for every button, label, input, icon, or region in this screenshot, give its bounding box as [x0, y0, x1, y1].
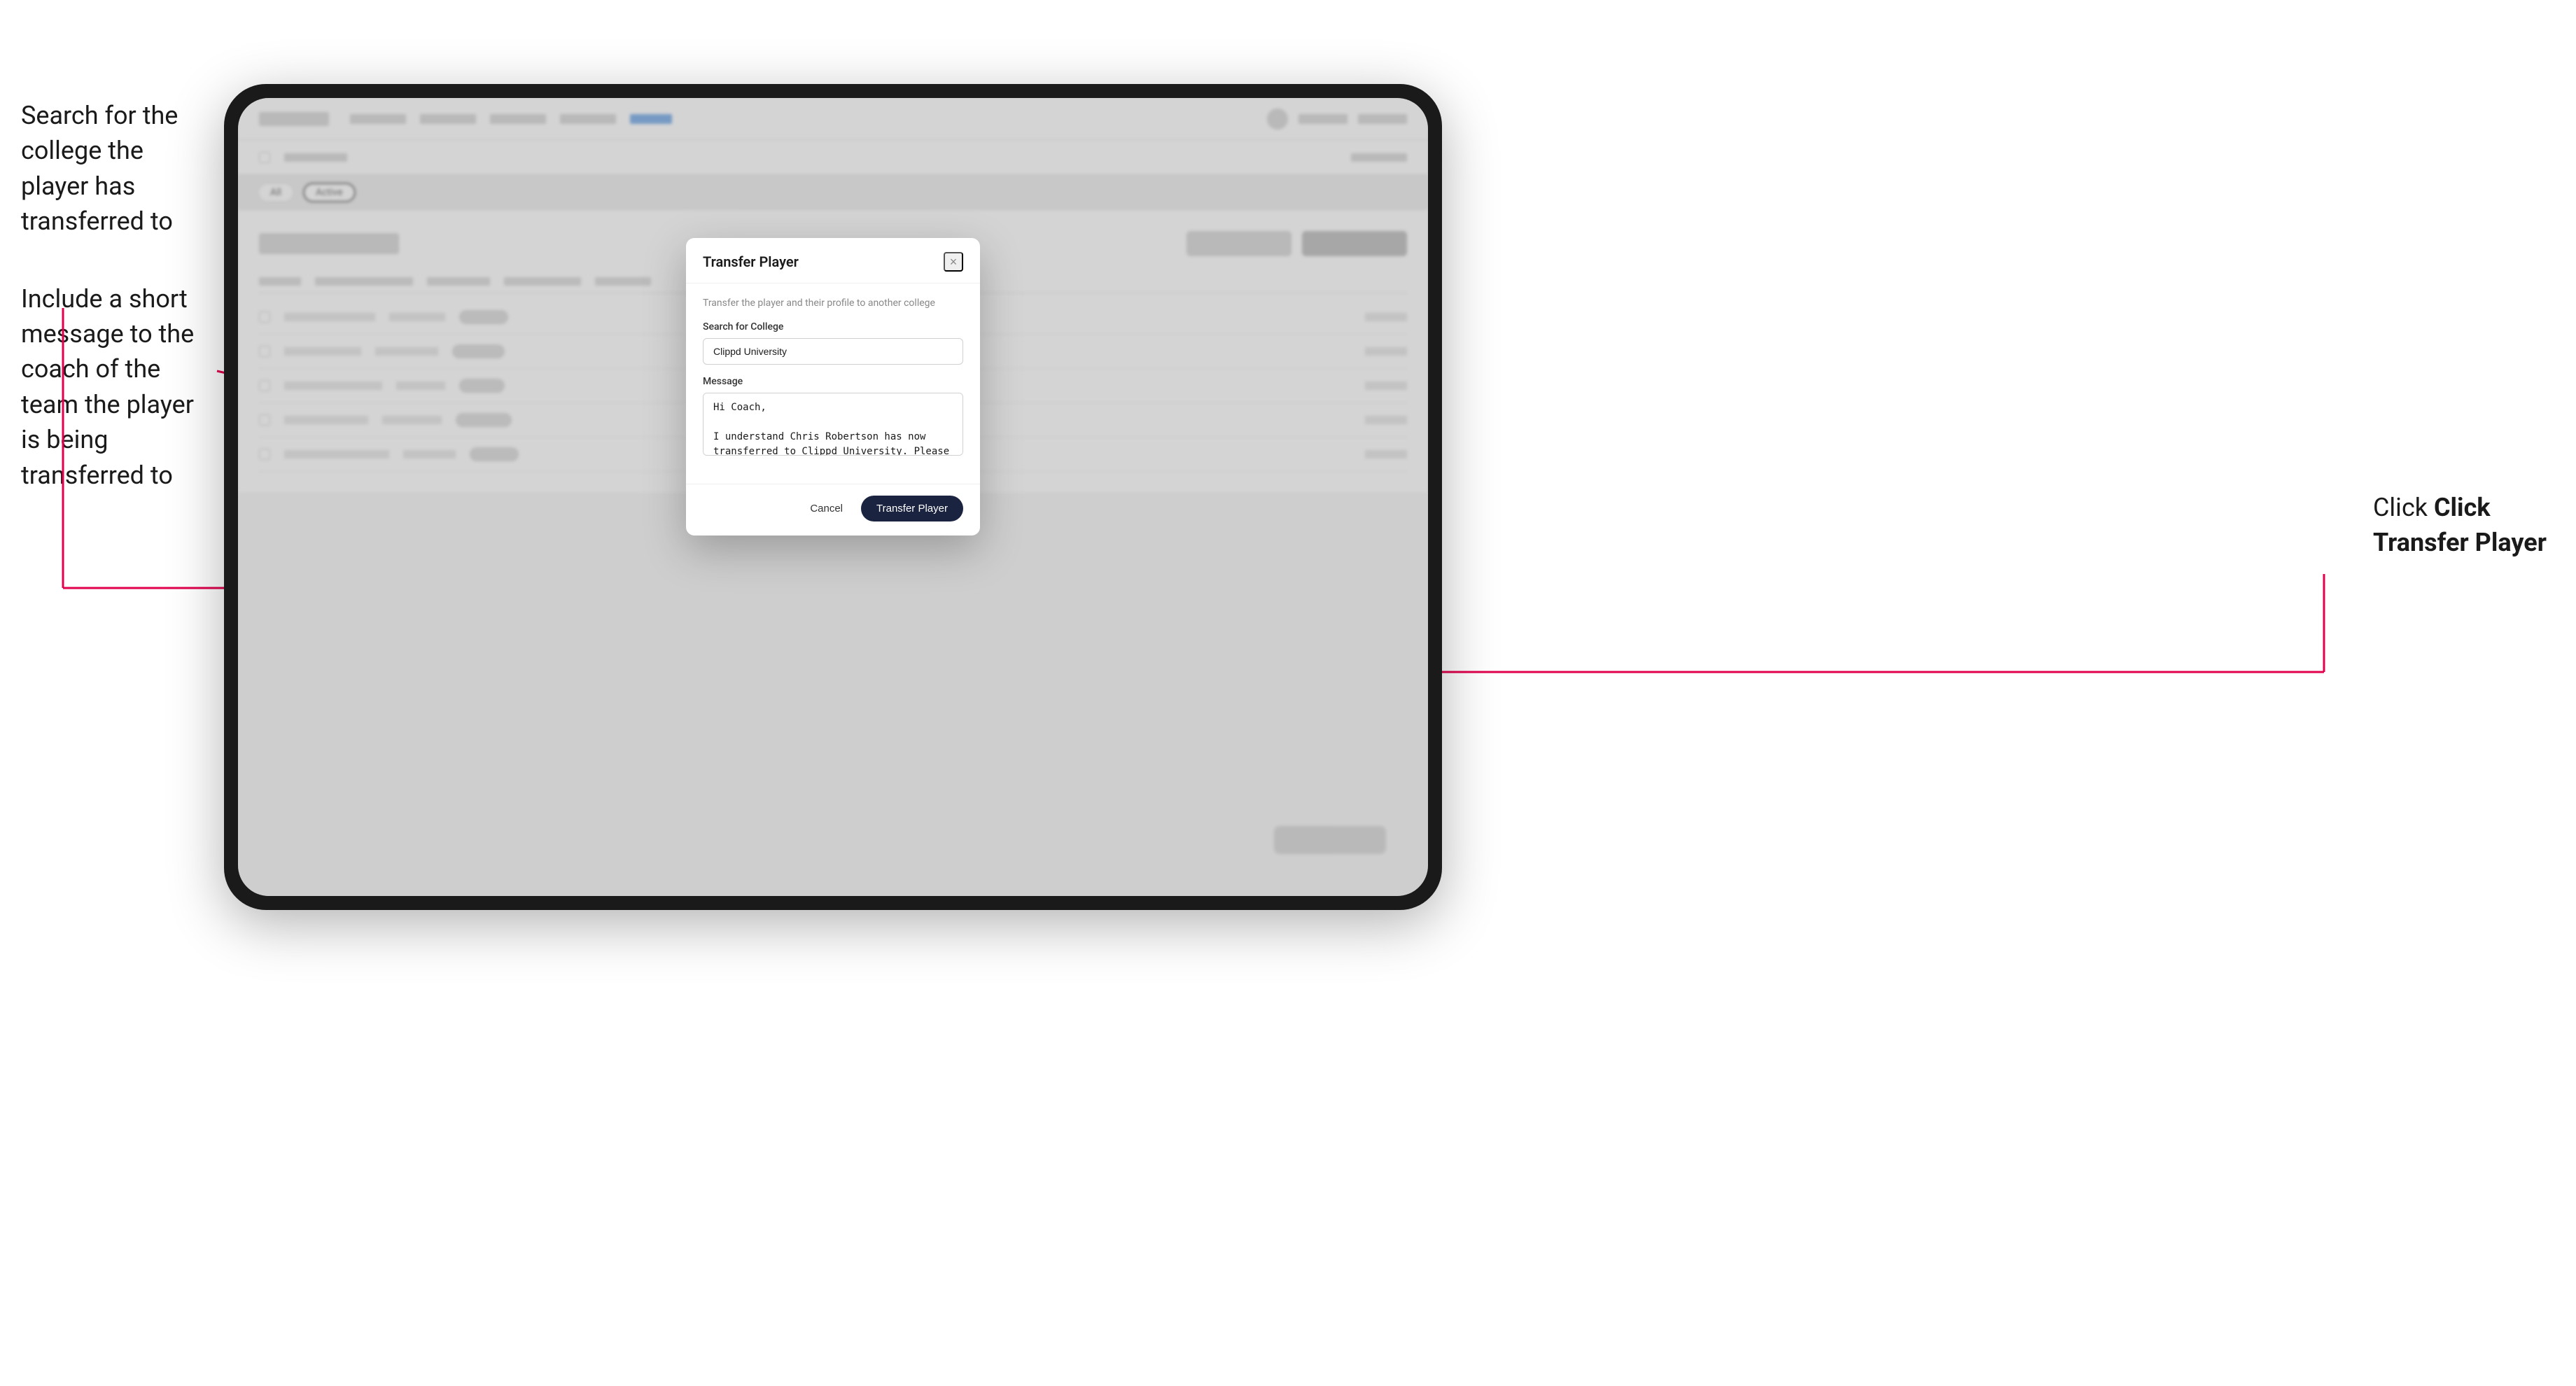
transfer-player-button[interactable]: Transfer Player — [861, 496, 963, 522]
modal-subtitle: Transfer the player and their profile to… — [703, 298, 963, 309]
modal-header: Transfer Player × — [686, 238, 980, 284]
modal-dialog: Transfer Player × Transfer the player an… — [686, 238, 980, 536]
search-college-group: Search for College — [703, 321, 963, 365]
cancel-button[interactable]: Cancel — [802, 497, 851, 520]
modal-overlay: Transfer Player × Transfer the player an… — [238, 98, 1428, 896]
message-group: Message Hi Coach, I understand Chris Rob… — [703, 376, 963, 458]
annotation-right: Click Click Transfer Player — [2373, 490, 2555, 603]
message-textarea[interactable]: Hi Coach, I understand Chris Robertson h… — [703, 393, 963, 456]
annotation-text-click: Click Click Transfer Player — [2373, 490, 2555, 561]
search-college-input[interactable] — [703, 338, 963, 365]
tablet-frame: All Active — [224, 84, 1442, 910]
annotation-text-message: Include a short message to the coach of … — [21, 281, 217, 493]
modal-body: Transfer the player and their profile to… — [686, 284, 980, 484]
tablet-screen: All Active — [238, 98, 1428, 896]
annotation-left: Search for the college the player has tr… — [21, 98, 217, 535]
modal-close-button[interactable]: × — [944, 252, 963, 272]
modal-title: Transfer Player — [703, 253, 799, 270]
search-college-label: Search for College — [703, 321, 963, 332]
message-label: Message — [703, 376, 963, 387]
annotation-text-search: Search for the college the player has tr… — [21, 98, 217, 239]
modal-footer: Cancel Transfer Player — [686, 484, 980, 536]
